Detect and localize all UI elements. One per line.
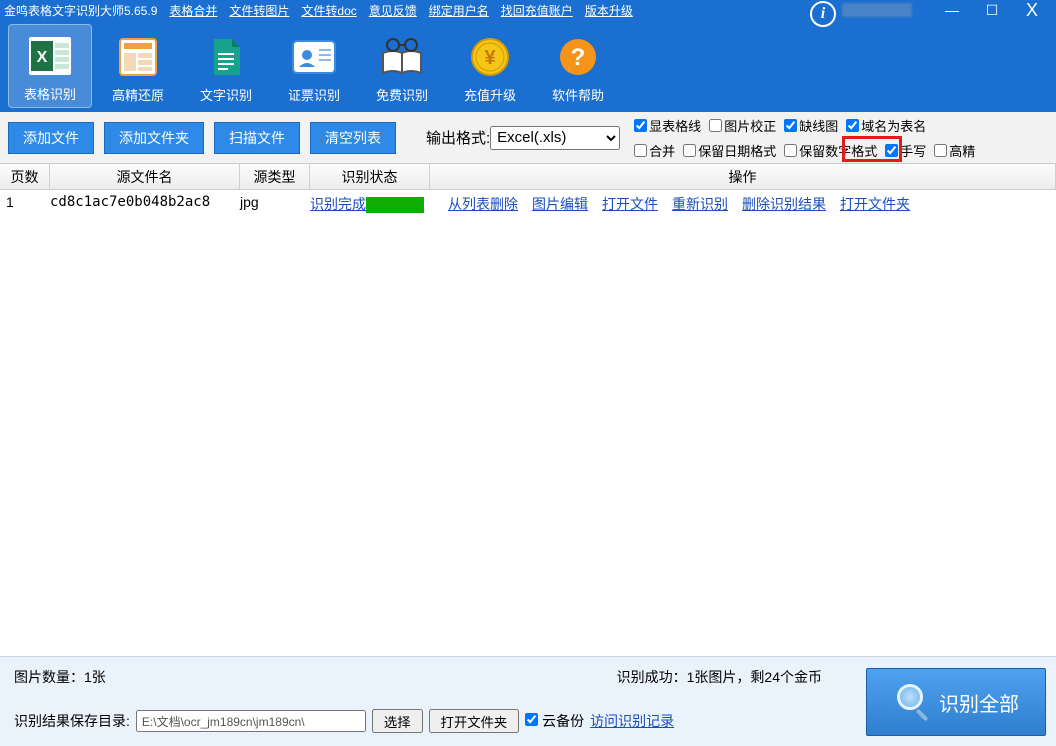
book-glasses-icon bbox=[378, 33, 426, 81]
document-icon bbox=[202, 33, 250, 81]
success-status: 识别成功：1张图片，剩24个金币 bbox=[617, 667, 822, 687]
tool-hifi-restore[interactable]: 高精还原 bbox=[96, 24, 180, 108]
chk-show-grid[interactable]: 显表格线 bbox=[634, 116, 701, 135]
th-type: 源类型 bbox=[240, 164, 310, 189]
menu-to-image[interactable]: 文件转图片 bbox=[229, 2, 289, 19]
open-folder-button[interactable]: 打开文件夹 bbox=[429, 709, 520, 733]
th-op: 操作 bbox=[430, 164, 1056, 189]
chk-high-prec[interactable]: 高精 bbox=[934, 141, 975, 160]
save-dir-label: 识别结果保存目录: bbox=[14, 711, 130, 731]
menu-merge[interactable]: 表格合并 bbox=[169, 2, 217, 19]
op-open-folder[interactable]: 打开文件夹 bbox=[840, 194, 910, 214]
svg-text:X: X bbox=[37, 49, 48, 66]
save-dir-input[interactable] bbox=[136, 710, 366, 732]
chk-image-fix[interactable]: 图片校正 bbox=[709, 116, 776, 135]
svg-text:?: ? bbox=[571, 44, 586, 71]
chk-cloud-backup[interactable]: 云备份 bbox=[525, 711, 584, 731]
tool-topup[interactable]: ¥ 充值升级 bbox=[448, 24, 532, 108]
tool-text-ocr[interactable]: 文字识别 bbox=[184, 24, 268, 108]
chk-merge[interactable]: 合并 bbox=[634, 141, 675, 160]
table-header: 页数 源文件名 源类型 识别状态 操作 bbox=[0, 164, 1056, 190]
output-format-select[interactable]: Excel(.xls) bbox=[490, 126, 620, 150]
help-icon: ? bbox=[554, 33, 602, 81]
chk-domain-as-name[interactable]: 域名为表名 bbox=[846, 116, 926, 135]
maximize-button[interactable]: ☐ bbox=[972, 0, 1012, 20]
menu-find-acct[interactable]: 找回充值账户 bbox=[501, 2, 573, 19]
id-card-icon bbox=[290, 33, 338, 81]
scan-file-button[interactable]: 扫描文件 bbox=[214, 122, 300, 154]
status-link[interactable]: 识别完成 bbox=[310, 196, 366, 212]
menu-feedback[interactable]: 意见反馈 bbox=[369, 2, 417, 19]
choose-dir-button[interactable]: 选择 bbox=[372, 709, 423, 733]
username-blurred bbox=[842, 3, 912, 17]
menu-upgrade[interactable]: 版本升级 bbox=[585, 2, 633, 19]
tool-free-ocr[interactable]: 免费识别 bbox=[360, 24, 444, 108]
progress-bar bbox=[366, 197, 424, 213]
chk-handwrite[interactable]: 手写 bbox=[885, 141, 926, 160]
svg-text:¥: ¥ bbox=[484, 47, 496, 69]
tool-help[interactable]: ? 软件帮助 bbox=[536, 24, 620, 108]
menu-to-doc[interactable]: 文件转doc bbox=[301, 2, 356, 19]
app-title: 金鸣表格文字识别大师5.65.9 bbox=[4, 2, 157, 19]
minimize-button[interactable]: — bbox=[932, 0, 972, 20]
layout-icon bbox=[114, 33, 162, 81]
main-toolbar: X 表格识别 高精还原 文字识别 证票识别 免费识别 ¥ 充值升级 ? bbox=[0, 20, 1056, 112]
add-folder-button[interactable]: 添加文件夹 bbox=[104, 122, 204, 154]
th-status: 识别状态 bbox=[310, 164, 430, 189]
chk-lack-grid[interactable]: 缺线图 bbox=[784, 116, 838, 135]
image-count: 图片数量：1张 bbox=[14, 667, 106, 687]
cell-type: jpg bbox=[240, 194, 310, 214]
tool-id-ocr[interactable]: 证票识别 bbox=[272, 24, 356, 108]
coin-icon: ¥ bbox=[466, 33, 514, 81]
op-redo-ocr[interactable]: 重新识别 bbox=[672, 194, 728, 214]
th-file: 源文件名 bbox=[50, 164, 240, 189]
tool-table-ocr[interactable]: X 表格识别 bbox=[8, 24, 92, 108]
cell-page: 1 bbox=[0, 194, 50, 214]
run-all-button[interactable]: 识别全部 bbox=[866, 668, 1046, 736]
table-row: 1 cd8c1ac7e0b048b2ac8 jpg 识别完成 从列表删除 图片编… bbox=[0, 190, 1056, 218]
footer: 图片数量：1张 识别成功：1张图片，剩24个金币 识别结果保存目录: 选择 打开… bbox=[0, 656, 1056, 746]
add-file-button[interactable]: 添加文件 bbox=[8, 122, 94, 154]
op-remove-from-list[interactable]: 从列表删除 bbox=[448, 194, 518, 214]
clear-list-button[interactable]: 清空列表 bbox=[310, 122, 396, 154]
info-icon[interactable] bbox=[810, 1, 836, 27]
magnifier-icon bbox=[893, 684, 929, 720]
close-button[interactable]: X bbox=[1012, 0, 1052, 20]
visit-log-link[interactable]: 访问识别记录 bbox=[590, 711, 674, 731]
th-page: 页数 bbox=[0, 164, 50, 189]
menu-bind-user[interactable]: 绑定用户名 bbox=[429, 2, 489, 19]
op-delete-result[interactable]: 删除识别结果 bbox=[742, 194, 826, 214]
op-edit-image[interactable]: 图片编辑 bbox=[532, 194, 588, 214]
action-bar: 添加文件 添加文件夹 扫描文件 清空列表 输出格式: Excel(.xls) 显… bbox=[0, 112, 1056, 164]
cell-status: 识别完成 bbox=[310, 194, 430, 214]
output-format-label: 输出格式: bbox=[426, 127, 490, 148]
chk-keep-date[interactable]: 保留日期格式 bbox=[683, 141, 776, 160]
excel-icon: X bbox=[26, 32, 74, 80]
cell-file: cd8c1ac7e0b048b2ac8 bbox=[50, 194, 240, 214]
chk-keep-num[interactable]: 保留数字格式 bbox=[784, 141, 877, 160]
op-open-file[interactable]: 打开文件 bbox=[602, 194, 658, 214]
